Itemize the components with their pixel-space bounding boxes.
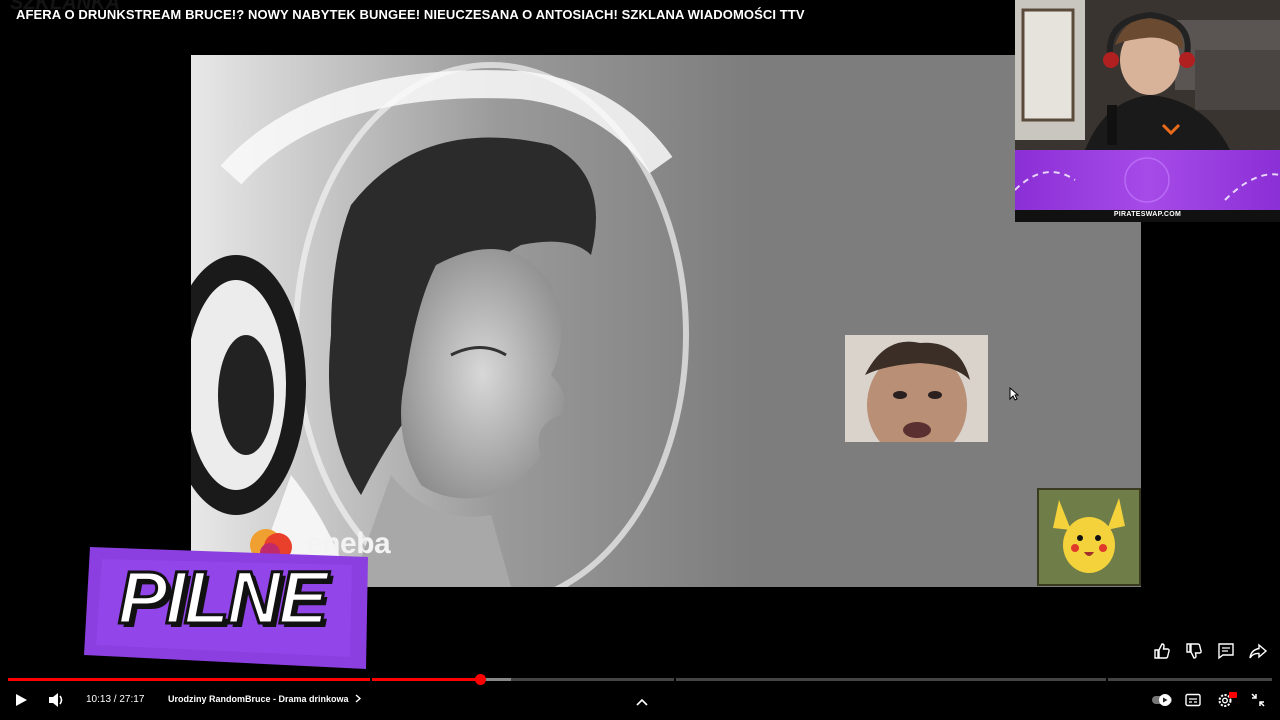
- chevron-up-icon: [636, 698, 648, 706]
- chapter-marker: [1106, 677, 1108, 682]
- chapter-title-button[interactable]: Urodziny RandomBruce - Drama drinkowa: [168, 694, 362, 704]
- subtitles-icon: [1185, 693, 1201, 707]
- play-button[interactable]: [14, 693, 28, 712]
- chapter-title-text: Urodziny RandomBruce - Drama drinkowa: [168, 694, 349, 704]
- sponsor-banner: [1015, 150, 1280, 210]
- chevron-right-icon: [355, 694, 362, 703]
- time-display: 10:13 / 27:17: [86, 694, 145, 705]
- video-frame[interactable]: eneba: [191, 55, 1141, 587]
- autoplay-toggle[interactable]: [1151, 693, 1173, 712]
- dislike-icon: [1186, 643, 1202, 659]
- pikachu-overlay: [1037, 488, 1141, 586]
- mouse-cursor-icon: [1009, 387, 1019, 401]
- autoplay-toggle-icon: [1152, 694, 1172, 706]
- exit-fullscreen-icon: [1251, 693, 1265, 707]
- progress-played: [8, 678, 481, 681]
- settings-icon: [1218, 692, 1237, 707]
- player-controls: 10:13 / 27:17 Urodziny RandomBruce - Dra…: [0, 686, 1280, 714]
- exit-fullscreen-button[interactable]: [1251, 693, 1265, 712]
- dislike-button[interactable]: [1184, 641, 1204, 661]
- comments-button[interactable]: [1216, 641, 1236, 661]
- streamer-room-image: [1015, 0, 1280, 150]
- sponsor-banner-text: PIRATESWAP.COM: [1113, 211, 1182, 218]
- video-title: AFERA O DRUNKSTREAM BRUCE!? NOWY NABYTEK…: [16, 7, 805, 22]
- settings-button[interactable]: [1217, 692, 1237, 713]
- play-icon: [16, 694, 27, 706]
- comment-icon: [1218, 643, 1234, 660]
- video-actions: [1152, 641, 1268, 661]
- like-button[interactable]: [1152, 641, 1172, 661]
- volume-button[interactable]: [48, 692, 66, 713]
- guest-webcam: [845, 335, 988, 442]
- banner-pattern: [1015, 157, 1280, 203]
- astronaut-photo: [191, 55, 751, 587]
- subtitles-button[interactable]: [1185, 693, 1201, 712]
- share-button[interactable]: [1248, 641, 1268, 661]
- streamer-facecam: PIRATESWAP.COM: [1015, 0, 1280, 222]
- chapter-marker: [674, 677, 676, 682]
- expand-more-videos-button[interactable]: [636, 694, 648, 712]
- progress-scrubber-handle[interactable]: [475, 674, 487, 685]
- guest-face-image: [845, 335, 988, 442]
- like-icon: [1154, 643, 1170, 659]
- volume-icon: [49, 693, 63, 707]
- chapter-marker: [370, 677, 372, 682]
- pilne-badge-text: PILNE: [117, 555, 330, 641]
- share-icon: [1249, 643, 1268, 659]
- pikachu-icon: [1039, 490, 1139, 584]
